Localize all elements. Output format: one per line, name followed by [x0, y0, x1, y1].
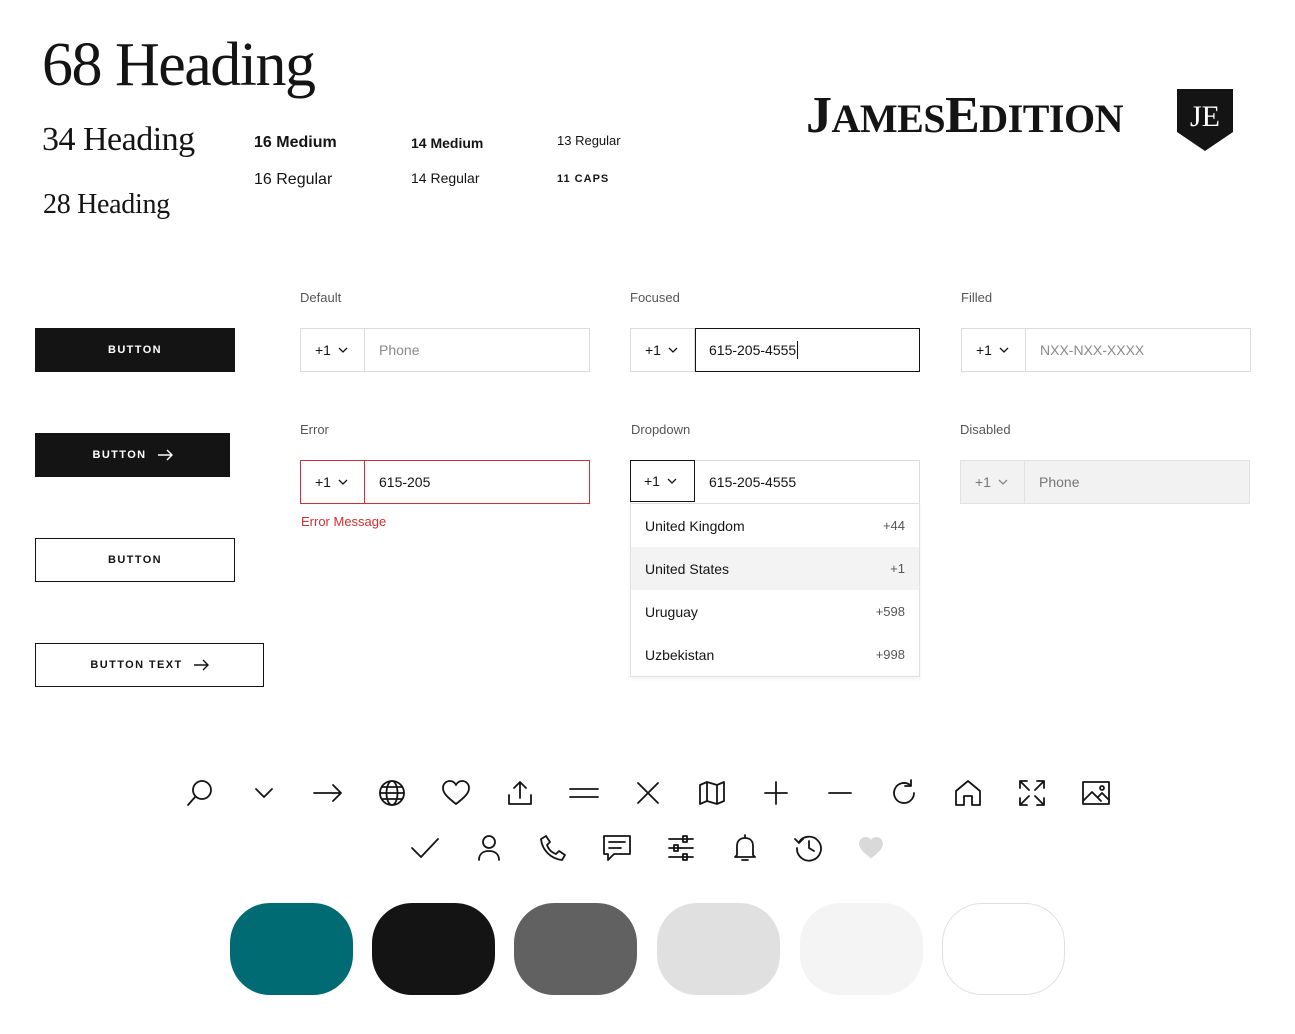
jamesedition-wordmark: JAMESEDITION [806, 87, 1123, 144]
label-default: Default [300, 290, 342, 305]
color-swatch-black [372, 903, 495, 995]
secondary-button[interactable]: BUTTON [35, 538, 235, 582]
text-16-medium-sample: 16 Medium [254, 134, 337, 151]
phone-field-focused: +1 615-205-4555 [630, 328, 920, 372]
country-code-select[interactable]: +1 [301, 461, 365, 503]
text-caret [797, 341, 799, 359]
country-code-select[interactable]: +1 [631, 329, 695, 371]
image-icon[interactable] [1080, 777, 1112, 809]
heading-28-sample: 28 Heading [43, 189, 170, 220]
globe-icon[interactable] [376, 777, 408, 809]
color-swatch-gray-dark [514, 903, 637, 995]
text-11-caps-sample: 11 CAPS [557, 173, 610, 185]
map-icon[interactable] [696, 777, 728, 809]
text-14-regular-sample: 14 Regular [411, 170, 480, 186]
phone-input[interactable]: NXX-NXX-XXXX [1026, 329, 1250, 371]
phone-input[interactable]: 615-205-4555 [695, 461, 919, 503]
history-icon[interactable] [793, 832, 825, 864]
primary-button-label: BUTTON [107, 344, 163, 356]
dropdown-option[interactable]: United Kingdom +44 [631, 504, 919, 547]
chat-icon[interactable] [601, 832, 633, 864]
bell-icon[interactable] [729, 832, 761, 864]
phone-field-disabled: +1 Phone [960, 460, 1250, 504]
color-swatch-teal [230, 903, 353, 995]
home-icon[interactable] [952, 777, 984, 809]
dropdown-option-selected[interactable]: United States +1 [631, 547, 919, 590]
country-code-select[interactable]: +1 [962, 329, 1026, 371]
chevron-down-icon [668, 347, 678, 353]
secondary-button-label: BUTTON [107, 554, 163, 566]
chevron-down-icon [667, 478, 677, 484]
label-filled: Filled [961, 290, 993, 305]
phone-icon[interactable] [537, 832, 569, 864]
phone-input[interactable]: 615-205-4555 [695, 328, 920, 372]
country-dropdown-list: United Kingdom +44 United States +1 Urugua… [630, 503, 920, 677]
phone-input[interactable]: Phone [365, 329, 589, 371]
user-icon[interactable] [473, 832, 505, 864]
chevron-down-icon [338, 479, 348, 485]
svg-text:JE: JE [1190, 100, 1220, 133]
heart-icon[interactable] [440, 777, 472, 809]
phone-field-dropdown: +1 615-205-4555 [630, 460, 920, 504]
primary-button[interactable]: BUTTON [35, 328, 235, 372]
color-swatch-gray-lighter [800, 903, 923, 995]
dropdown-option[interactable]: Uruguay +598 [631, 590, 919, 633]
dropdown-option[interactable]: Uzbekistan +998 [631, 633, 919, 676]
primary-arrow-button[interactable]: BUTTON [35, 433, 230, 477]
color-swatch-white [942, 903, 1065, 995]
country-code-select[interactable]: +1 [301, 329, 365, 371]
plus-icon[interactable] [760, 777, 792, 809]
color-swatch-gray-light [657, 903, 780, 995]
close-icon[interactable] [632, 777, 664, 809]
arrow-right-icon[interactable] [312, 777, 344, 809]
check-icon[interactable] [409, 832, 441, 864]
menu-icon[interactable] [568, 777, 600, 809]
phone-field-error: +1 615-205 [300, 460, 590, 504]
label-disabled: Disabled [960, 422, 1011, 437]
refresh-icon[interactable] [888, 777, 920, 809]
text-16-regular-sample: 16 Regular [254, 171, 333, 188]
chevron-down-icon [338, 347, 348, 353]
secondary-arrow-button-label: BUTTON TEXT [90, 659, 183, 671]
arrow-right-icon [157, 449, 173, 461]
phone-input: Phone [1039, 474, 1080, 490]
secondary-arrow-button[interactable]: BUTTON TEXT [35, 643, 264, 687]
phone-input[interactable]: 615-205 [365, 461, 589, 503]
primary-arrow-button-label: BUTTON [92, 449, 147, 461]
expand-icon[interactable] [1016, 777, 1048, 809]
phone-field-default: +1 Phone [300, 328, 590, 372]
minus-icon[interactable] [824, 777, 856, 809]
heart-filled-icon[interactable] [855, 832, 887, 864]
country-code-select[interactable]: +1 [630, 460, 695, 502]
search-icon[interactable] [184, 777, 216, 809]
label-error: Error [300, 422, 329, 437]
text-13-regular-sample: 13 Regular [557, 133, 621, 148]
text-14-medium-sample: 14 Medium [411, 135, 484, 151]
arrow-right-icon [193, 659, 209, 671]
chevron-down-icon[interactable] [248, 777, 280, 809]
heading-68-sample: 68 Heading [42, 31, 316, 99]
upload-icon[interactable] [504, 777, 536, 809]
phone-field-filled: +1 NXX-NXX-XXXX [961, 328, 1251, 372]
error-message: Error Message [301, 514, 387, 529]
filters-icon[interactable] [665, 832, 697, 864]
label-dropdown: Dropdown [631, 422, 691, 437]
heading-34-sample: 34 Heading [42, 121, 195, 158]
je-monogram-shield-logo: JE [1176, 88, 1234, 152]
chevron-down-icon [998, 479, 1008, 485]
chevron-down-icon [999, 347, 1009, 353]
country-code-select: +1 [961, 461, 1025, 503]
label-focused: Focused [630, 290, 680, 305]
